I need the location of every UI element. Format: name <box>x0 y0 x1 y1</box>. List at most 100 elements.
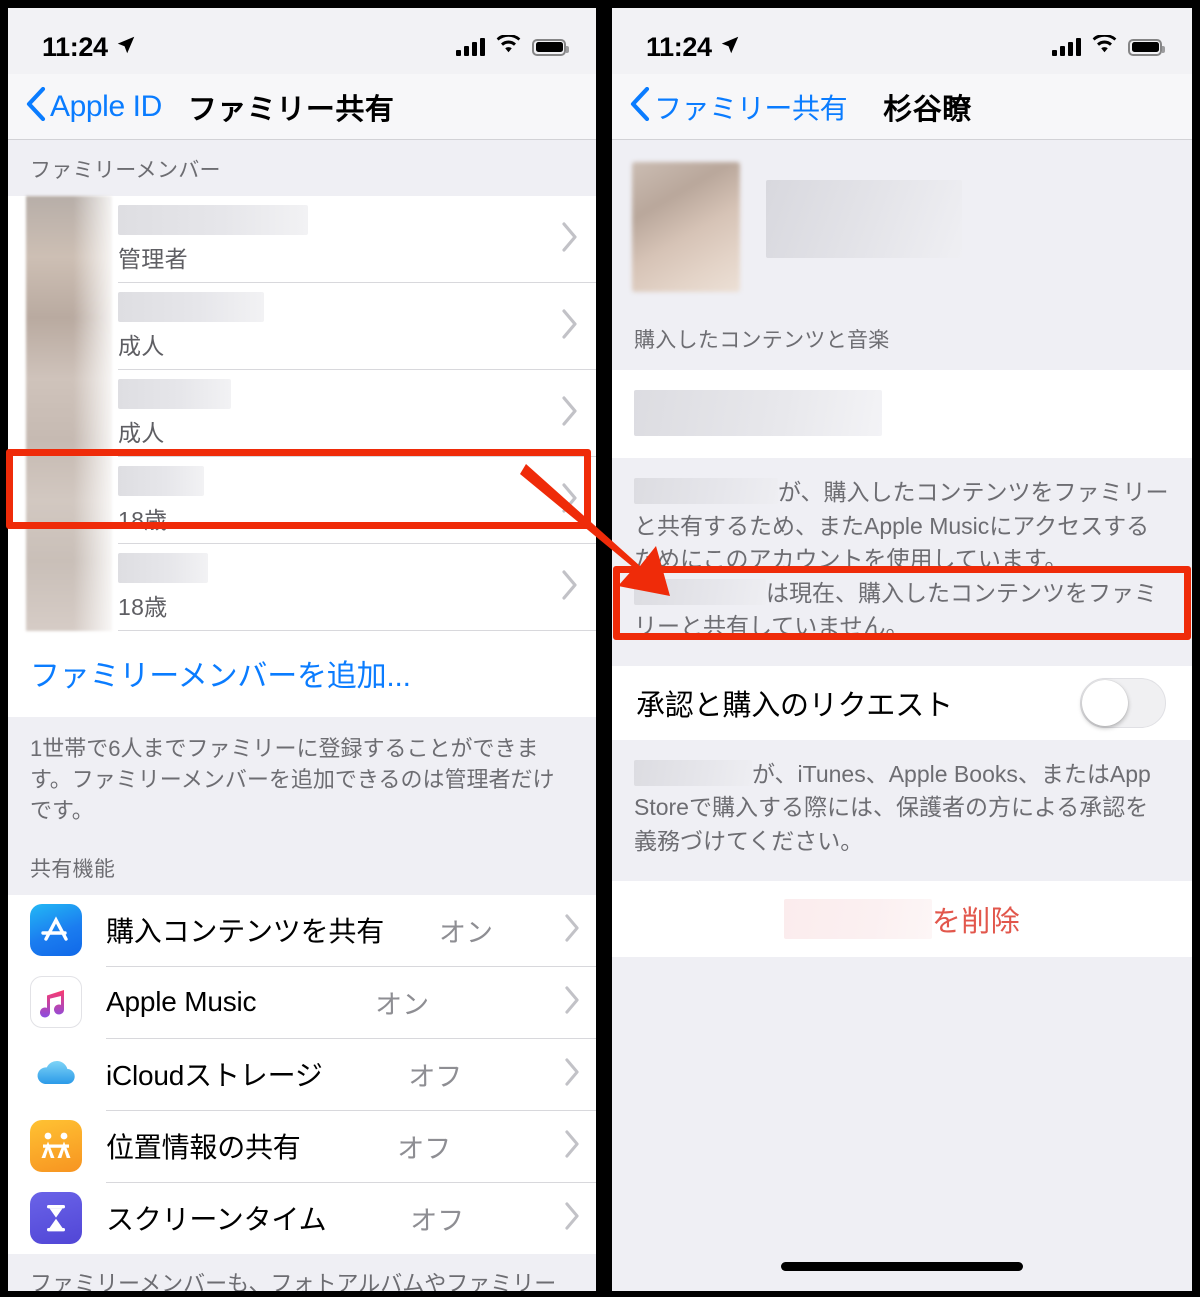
feature-label: iCloudストレージ <box>106 1060 323 1092</box>
member-profile-header <box>612 140 1192 316</box>
back-button-family-sharing[interactable]: ファミリー共有 <box>630 86 848 127</box>
back-button-label: ファミリー共有 <box>654 92 848 124</box>
account-row[interactable] <box>612 370 1192 458</box>
member-name-redacted <box>118 378 231 409</box>
status-time: 11:24 <box>646 31 712 62</box>
app-store-icon <box>30 904 82 957</box>
chevron-right-icon <box>564 986 580 1019</box>
member-info: 18歳 <box>118 465 204 535</box>
page-title-left: ファミリー共有 <box>187 93 395 126</box>
status-bar-right-group <box>1052 34 1165 59</box>
family-member-list: 管理者 成人 成人 18歳 18歳 <box>8 196 596 631</box>
wifi-icon <box>1092 34 1117 59</box>
feature-row-icloud-storage[interactable]: iCloudストレージ オフ <box>8 1038 596 1110</box>
feature-label: Apple Music <box>106 986 257 1018</box>
member-name-redacted <box>118 204 308 235</box>
profile-name-redacted <box>766 180 962 258</box>
member-role-label: 管理者 <box>118 245 188 272</box>
feature-row-purchase-sharing[interactable]: 購入コンテンツを共有 オン <box>8 894 596 966</box>
add-family-member-button[interactable]: ファミリーメンバーを追加... <box>8 631 596 717</box>
row-divider <box>118 630 596 631</box>
member-role-label: 18歳 <box>118 506 168 533</box>
page-title-right: 杉谷瞭 <box>883 93 972 126</box>
battery-full-icon <box>532 38 569 56</box>
back-button-apple-id[interactable]: Apple ID <box>26 86 162 126</box>
name-redacted-inline <box>634 759 752 786</box>
member-role-label: 成人 <box>118 332 165 359</box>
feature-value: オフ <box>408 1061 463 1092</box>
feature-row-apple-music[interactable]: Apple Music オン <box>8 966 596 1038</box>
feature-label: スクリーンタイム <box>106 1204 327 1236</box>
family-members-footnote: 1世帯で6人までファミリーに登録することができます。ファミリーメンバーを追加でき… <box>8 717 596 849</box>
chevron-right-icon <box>564 914 580 947</box>
member-row-18-years-highlighted[interactable]: 18歳 <box>8 457 596 543</box>
chevron-right-icon <box>561 308 578 344</box>
member-role-label: 成人 <box>118 419 165 446</box>
status-bar-right-group <box>456 34 569 59</box>
member-row-administrator[interactable]: 管理者 <box>8 196 596 282</box>
name-redacted-inline <box>634 478 778 504</box>
ask-to-buy-toggle[interactable] <box>1080 677 1166 728</box>
nav-bar-left: Apple ID ファミリー共有 <box>8 74 596 140</box>
wifi-icon <box>496 34 521 59</box>
member-info: 管理者 <box>118 204 308 274</box>
feature-value: オン <box>439 917 493 948</box>
find-my-icon <box>30 1120 82 1173</box>
feature-label: 位置情報の共有 <box>106 1132 301 1164</box>
purchases-section-header: 購入したコンテンツと音楽 <box>612 316 1192 370</box>
member-info: 成人 <box>118 378 231 448</box>
member-name-redacted <box>118 552 208 583</box>
family-members-section-header: ファミリーメンバー <box>8 140 596 196</box>
status-bar-left-group: 11:24 <box>42 32 137 63</box>
name-redacted-inline-2 <box>634 578 766 605</box>
shared-features-section-header: 共有機能 <box>8 848 596 895</box>
member-role-label: 18歳 <box>118 593 168 620</box>
status-bar-right: 11:24 <box>612 8 1192 74</box>
status-bar-left: 11:24 <box>8 8 596 74</box>
member-name-redacted <box>118 465 204 496</box>
location-arrow-icon <box>115 34 137 61</box>
back-button-label: Apple ID <box>50 89 162 123</box>
member-name-redacted <box>118 291 264 322</box>
chevron-right-icon <box>561 395 578 431</box>
chevron-right-icon <box>564 1202 580 1235</box>
feature-value: オフ <box>397 1133 452 1164</box>
member-row-adult-2[interactable]: 成人 <box>8 370 596 456</box>
ask-to-buy-toggle-row[interactable]: 承認と購入のリクエスト <box>612 665 1192 740</box>
cellular-signal-icon <box>456 38 485 56</box>
member-name-redacted <box>783 898 932 939</box>
status-bar-left-group: 11:24 <box>646 32 741 63</box>
feature-value: オン <box>375 989 430 1020</box>
chevron-right-icon <box>561 221 578 257</box>
member-info: 成人 <box>118 291 264 361</box>
avatar <box>632 162 740 292</box>
ask-to-buy-label: 承認と購入のリクエスト <box>636 689 953 722</box>
member-row-adult-1[interactable]: 成人 <box>8 283 596 369</box>
screen-time-icon <box>30 1192 82 1245</box>
remove-member-button[interactable]: を削除 <box>612 880 1192 957</box>
toggle-knob <box>1082 679 1128 726</box>
member-info: 18歳 <box>118 552 208 622</box>
icloud-icon <box>30 1048 82 1101</box>
account-value-redacted <box>634 390 882 436</box>
chevron-left-icon <box>630 86 650 126</box>
empty-area <box>612 956 1192 1291</box>
left-phone-screen: 11:24 Apple ID ファミリー共有 ファミリーメンバー 管理者 成人 … <box>8 8 596 1291</box>
screenshot-root: 11:24 Apple ID ファミリー共有 ファミリーメンバー 管理者 成人 … <box>0 0 1200 1297</box>
nav-bar-right: ファミリー共有 杉谷瞭 <box>612 74 1192 140</box>
status-time: 11:24 <box>42 31 108 62</box>
home-indicator[interactable] <box>781 1262 1023 1271</box>
location-arrow-icon <box>719 34 741 61</box>
feature-row-location-sharing[interactable]: 位置情報の共有 オフ <box>8 1110 596 1182</box>
feature-row-screen-time[interactable]: スクリーンタイム オフ <box>8 1182 596 1254</box>
cellular-signal-icon <box>1052 38 1081 56</box>
ask-to-buy-description: が、iTunes、Apple Books、またはApp Storeで購入する際に… <box>612 739 1192 881</box>
purchases-description: が、購入したコンテンツをファミリーと共有するため、またApple Musicにア… <box>612 458 1192 666</box>
member-row-18-years-2[interactable]: 18歳 <box>8 544 596 630</box>
chevron-right-icon <box>561 569 578 605</box>
remove-member-label: を削除 <box>931 905 1021 938</box>
feature-value: オフ <box>410 1205 465 1236</box>
right-phone-screen: 11:24 ファミリー共有 杉谷瞭 購入したコンテンツと音楽 が、購入したコンテ… <box>612 8 1192 1291</box>
apple-music-icon <box>30 976 82 1029</box>
chevron-right-icon <box>561 482 578 518</box>
